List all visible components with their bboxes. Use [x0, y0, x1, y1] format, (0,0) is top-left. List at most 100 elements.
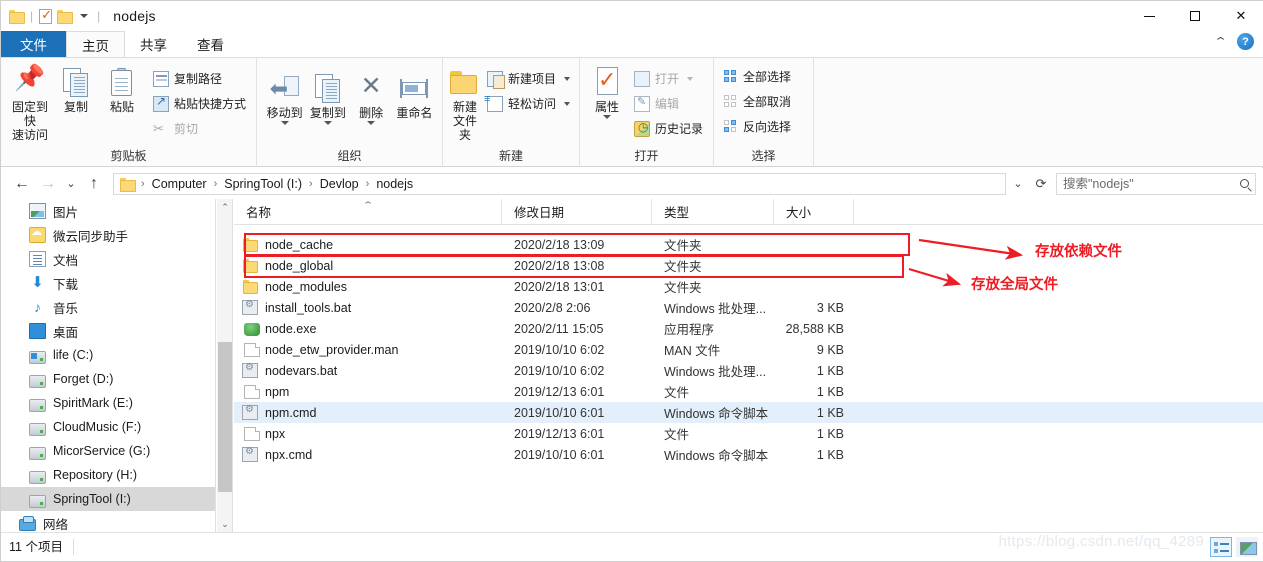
edit-button[interactable]: 编辑	[630, 93, 707, 114]
sidebar-item-music[interactable]: ♪ 音乐	[1, 295, 215, 319]
chevron-down-icon-2[interactable]	[323, 121, 332, 125]
close-button[interactable]: ✕	[1218, 1, 1263, 31]
breadcrumb-item-springtool[interactable]: SpringTool (I:)	[220, 176, 306, 192]
chevron-up-icon[interactable]: ⌃	[1213, 35, 1228, 48]
file-size: 1 KB	[816, 384, 844, 399]
help-icon[interactable]: ?	[1237, 33, 1254, 50]
tab-view[interactable]: 查看	[182, 31, 239, 57]
column-header-name[interactable]: ⌃ 名称	[234, 198, 502, 225]
sidebar-item-desktop[interactable]: 桌面	[1, 319, 215, 343]
chevron-down-icon-6[interactable]	[602, 115, 611, 119]
downloads-icon: ⬇	[31, 274, 44, 291]
paste-shortcut-button[interactable]: 粘贴快捷方式	[149, 93, 250, 114]
sidebar-item-repository-h[interactable]: Repository (H:)	[1, 463, 215, 487]
address-dropdown-icon[interactable]: ⌄	[1006, 173, 1030, 195]
table-row[interactable]: npm.cmd 2019/10/10 6:01 Windows 命令脚本 1 K…	[234, 402, 1263, 423]
history-button[interactable]: 历史记录	[630, 118, 707, 139]
copy-path-button[interactable]: 复制路径	[149, 68, 250, 89]
properties-icon[interactable]	[39, 7, 53, 24]
chevron-down-icon[interactable]	[280, 121, 289, 125]
navigation-pane[interactable]: 图片 微云同步助手 文档 ⬇ 下载 ♪ 音乐 桌面 life (C:) Forg…	[1, 199, 216, 533]
chevron-down-icon-4[interactable]	[564, 76, 571, 81]
new-folder-icon[interactable]	[57, 10, 74, 24]
column-label: 修改日期	[514, 206, 565, 220]
item-count-label: 11 个项目	[9, 539, 74, 555]
sidebar-item-cloudmusic-f[interactable]: CloudMusic (F:)	[1, 415, 215, 439]
pin-to-quick-access-button[interactable]: 📌 固定到快 速访问	[7, 62, 53, 143]
table-row[interactable]: node_modules 2020/2/18 13:01 文件夹	[234, 276, 1263, 297]
rename-button[interactable]: 重命名	[393, 68, 436, 120]
search-icon[interactable]	[1240, 179, 1249, 188]
sidebar-item-downloads[interactable]: ⬇ 下载	[1, 271, 215, 295]
table-row[interactable]: install_tools.bat 2020/2/8 2:06 Windows …	[234, 297, 1263, 318]
details-view-icon[interactable]	[1210, 537, 1232, 557]
cut-button[interactable]: ✂ 剪切	[149, 118, 250, 139]
refresh-icon[interactable]: ⟳	[1030, 173, 1052, 195]
sidebar-scrollbar[interactable]: ⌃ ⌄	[217, 199, 233, 533]
select-all-button[interactable]: 全部选择	[720, 66, 795, 87]
table-row[interactable]: npm 2019/12/13 6:01 文件 1 KB	[234, 381, 1263, 402]
table-row[interactable]: npx 2019/12/13 6:01 文件 1 KB	[234, 423, 1263, 444]
sidebar-item-pictures[interactable]: 图片	[1, 199, 215, 223]
folder-icon	[242, 237, 258, 252]
scrollbar-thumb[interactable]	[218, 342, 232, 492]
copy-button[interactable]: 复制	[53, 62, 99, 114]
up-arrow-icon[interactable]: ↑	[81, 172, 107, 196]
ribbon-empty-area	[814, 58, 1263, 167]
move-to-button[interactable]: ⬅ 移动到	[263, 68, 306, 125]
column-header-date[interactable]: 修改日期	[502, 198, 652, 225]
chevron-down-icon-5[interactable]	[564, 101, 571, 106]
select-none-button[interactable]: 全部取消	[720, 91, 795, 112]
breadcrumb-item-nodejs[interactable]: nodejs	[372, 176, 417, 192]
group-title-new: 新建	[498, 149, 523, 163]
table-row[interactable]: nodevars.bat 2019/10/10 6:02 Windows 批处理…	[234, 360, 1263, 381]
sidebar-item-spiritmark-e[interactable]: SpiritMark (E:)	[1, 391, 215, 415]
search-input[interactable]	[1063, 176, 1240, 191]
tab-home[interactable]: 主页	[66, 31, 125, 57]
sidebar-item-network[interactable]: 网络	[1, 511, 215, 533]
file-date: 2019/12/13 6:01	[514, 384, 605, 399]
table-row[interactable]: node.exe 2020/2/11 15:05 应用程序 28,588 KB	[234, 318, 1263, 339]
recent-locations-icon[interactable]: ⌄	[61, 172, 81, 196]
breadcrumb-item-devlop[interactable]: Devlop	[316, 176, 363, 192]
paste-shortcut-label: 粘贴快捷方式	[174, 97, 247, 111]
sidebar-item-weiyun[interactable]: 微云同步助手	[1, 223, 215, 247]
delete-button[interactable]: ✕ 删除	[350, 68, 393, 125]
column-header-size[interactable]: 大小	[774, 198, 854, 225]
tab-share[interactable]: 共享	[125, 31, 182, 57]
new-item-button[interactable]: 新建项目	[483, 68, 574, 89]
breadcrumb[interactable]: › Computer › SpringTool (I:) › Devlop › …	[113, 172, 1006, 195]
sidebar-item-springtool-i[interactable]: SpringTool (I:)	[1, 487, 215, 511]
invert-selection-icon	[724, 119, 738, 134]
sidebar-item-documents[interactable]: 文档	[1, 247, 215, 271]
breadcrumb-item-computer[interactable]: Computer	[148, 176, 211, 192]
forward-arrow-icon[interactable]: →	[35, 172, 61, 196]
chevron-down-icon-7[interactable]	[687, 76, 693, 81]
copy-to-button[interactable]: 复制到	[306, 68, 349, 125]
minimize-button[interactable]	[1126, 1, 1172, 31]
paste-button[interactable]: 粘贴	[99, 62, 145, 114]
properties-button[interactable]: ✓ 属性	[586, 62, 628, 119]
sidebar-item-life-c[interactable]: life (C:)	[1, 343, 215, 367]
sidebar-item-forget-d[interactable]: Forget (D:)	[1, 367, 215, 391]
new-folder-button[interactable]: 新建 文件夹	[449, 62, 481, 142]
drive-icon	[29, 422, 46, 436]
scroll-down-icon[interactable]: ⌄	[217, 516, 233, 533]
scroll-up-icon[interactable]: ⌃	[217, 199, 233, 216]
table-row[interactable]: node_etw_provider.man 2019/10/10 6:02 MA…	[234, 339, 1263, 360]
scissors-icon: ✂	[153, 120, 164, 136]
table-row[interactable]: npx.cmd 2019/10/10 6:01 Windows 命令脚本 1 K…	[234, 444, 1263, 465]
thumbnails-view-icon[interactable]	[1236, 537, 1258, 557]
folder-icon[interactable]	[9, 10, 25, 24]
maximize-button[interactable]	[1172, 1, 1218, 31]
search-box[interactable]	[1056, 172, 1256, 195]
chevron-down-icon-3[interactable]	[367, 121, 376, 125]
invert-selection-button[interactable]: 反向选择	[720, 116, 795, 137]
tab-file[interactable]: 文件	[1, 31, 66, 57]
sidebar-item-micorservice-g[interactable]: MicorService (G:)	[1, 439, 215, 463]
column-header-type[interactable]: 类型	[652, 198, 774, 225]
easy-access-button[interactable]: 轻松访问	[483, 93, 574, 114]
open-button[interactable]: 打开	[630, 68, 707, 89]
back-arrow-icon[interactable]: ←	[9, 172, 35, 196]
customize-caret-icon[interactable]	[80, 14, 89, 18]
